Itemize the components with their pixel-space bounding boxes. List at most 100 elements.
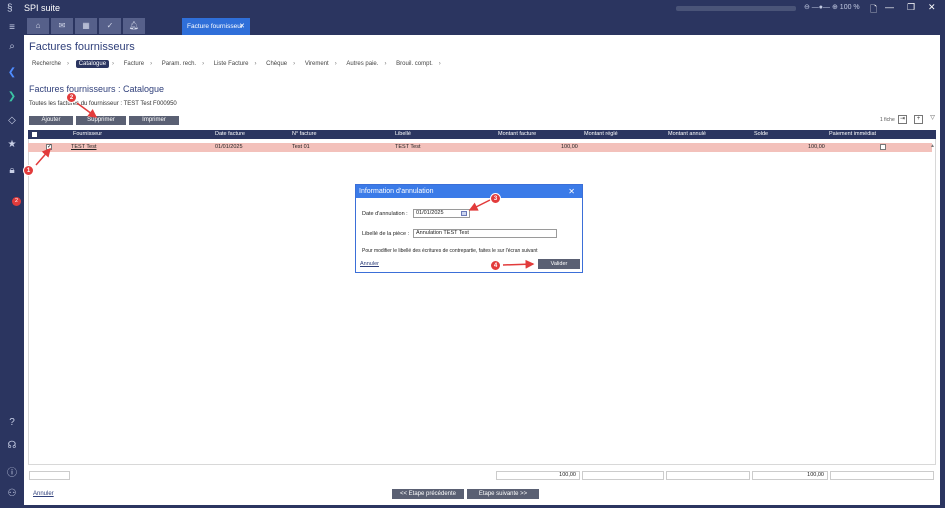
bell-tab-icon[interactable]: 🔔︎ — [123, 18, 145, 34]
chevron-right-icon: › — [254, 61, 257, 67]
bc-catalogue[interactable]: Catalogue — [75, 60, 110, 68]
tab-facture-fournisseur[interactable]: Facture fournisseur ✕ — [182, 18, 250, 35]
zoom-level: ⊖ —●— ⊕ 100 % — [804, 4, 860, 11]
delete-button[interactable]: Supprimer — [76, 116, 126, 125]
chevron-right-icon: › — [67, 61, 70, 67]
col-paiement-immediat[interactable]: Paiement immédiat — [829, 131, 876, 137]
app-title: SPI suite — [24, 3, 61, 13]
previous-step-button[interactable]: << Etape précédente — [392, 489, 464, 499]
total-regle — [582, 471, 664, 480]
star-icon[interactable]: ★ — [0, 139, 24, 150]
libelle-value: Annulation TEST Test — [416, 230, 469, 236]
dialog-title: Information d'annulation — [359, 188, 434, 195]
user-icon[interactable]: ⚇ — [0, 488, 24, 499]
chevron-right-icon: › — [384, 61, 387, 67]
bc-param-rech[interactable]: Param. rech. — [159, 60, 199, 68]
notification-badge: 2 — [12, 197, 21, 206]
libelle-input[interactable]: Annulation TEST Test — [413, 229, 557, 238]
cell-libelle: TEST Test — [395, 144, 421, 150]
bc-recherche[interactable]: Recherche — [29, 60, 64, 68]
filter-description: Toutes les factures du fournisseur : TES… — [29, 101, 177, 107]
app-window: § SPI suite ⊖ —●— ⊕ 100 % 🗋 — ❐ ✕ ⌂ ✉ ▦ … — [0, 0, 945, 508]
title-bar: § SPI suite ⊖ —●— ⊕ 100 % 🗋 — ❐ ✕ — [0, 0, 945, 17]
help-icon[interactable]: ? — [0, 417, 24, 428]
search-icon[interactable]: ⌕ — [0, 41, 24, 52]
col-fournisseur[interactable]: Fournisseur — [73, 131, 102, 137]
dialog-header: Information d'annulation ✕ — [356, 185, 582, 198]
libelle-label: Libellé de la pièce : — [362, 231, 410, 237]
close-icon[interactable]: ✕ — [568, 185, 575, 198]
cancel-link[interactable]: Annuler — [33, 491, 54, 497]
maximize-button[interactable]: ❐ — [907, 2, 915, 13]
forward-arrow-icon[interactable]: ❯ — [0, 91, 24, 102]
bc-liste-facture[interactable]: Liste Facture — [211, 60, 252, 68]
chevron-right-icon: › — [334, 61, 337, 67]
back-arrow-icon[interactable]: ❮ — [0, 67, 24, 78]
minimize-button[interactable]: — — [885, 2, 894, 12]
annotation-marker-3: 3 — [490, 193, 501, 204]
cell-date: 01/01/2025 — [215, 144, 243, 150]
export-icon[interactable]: ⇥ — [898, 115, 907, 124]
row-checkbox[interactable]: ✓ — [46, 144, 52, 150]
total-cell-empty — [29, 471, 70, 480]
col-numero[interactable]: N° facture — [292, 131, 317, 137]
table-row[interactable]: ✓ TEST Test 01/01/2025 Test 01 TEST Test… — [28, 143, 932, 152]
user-info — [676, 6, 796, 11]
tab-label: Facture fournisseur — [187, 23, 243, 30]
next-step-button[interactable]: Etape suivante >> — [467, 489, 539, 499]
code-icon[interactable]: ◇ — [0, 115, 24, 126]
scroll-up-icon[interactable]: ▲ — [930, 143, 935, 149]
total-paiement — [830, 471, 934, 480]
chevron-right-icon: › — [150, 61, 153, 67]
chevron-right-icon: › — [438, 61, 441, 67]
close-window-button[interactable]: ✕ — [928, 2, 936, 13]
info-icon[interactable]: ⓘ — [0, 464, 24, 479]
mail-tab-icon[interactable]: ✉ — [51, 18, 73, 34]
sidebar: ≡ ⌕ ❮ ❯ ◇ ★ 🔒︎ 2 ? ☊ ⓘ ⚇ — [0, 17, 24, 508]
validate-button[interactable]: Valider — [538, 259, 580, 269]
bc-cheque[interactable]: Chèque — [263, 60, 290, 68]
dialog-cancel-link[interactable]: Annuler — [360, 261, 379, 267]
date-input[interactable]: 01/01/2025 — [413, 209, 470, 218]
check-tab-icon[interactable]: ✓ — [99, 18, 121, 34]
headset-icon[interactable]: ☊ — [0, 440, 24, 451]
filter-icon[interactable]: ▽ — [928, 115, 937, 124]
select-all-checkbox[interactable] — [32, 132, 37, 137]
dialog-note: Pour modifier le libellé des écritures d… — [362, 248, 538, 254]
record-count: 1 fiche — [880, 117, 895, 123]
calendar-tab-icon[interactable]: ▦ — [75, 18, 97, 34]
tab-close-icon[interactable]: ✕ — [239, 18, 245, 35]
total-annule — [666, 471, 750, 480]
col-montant-facture[interactable]: Montant facture — [498, 131, 536, 137]
annotation-marker-2: 2 — [66, 92, 77, 103]
bc-facture[interactable]: Facture — [121, 60, 147, 68]
col-montant-regle[interactable]: Montant réglé — [584, 131, 618, 137]
total-montant: 100,00 — [496, 471, 580, 480]
chevron-right-icon: › — [202, 61, 205, 67]
document-icon[interactable]: 🗋 — [870, 2, 877, 18]
print-button[interactable]: Imprimer — [129, 116, 179, 125]
annotation-marker-1: 1 — [23, 165, 34, 176]
cancellation-dialog: Information d'annulation ✕ Date d'annula… — [355, 184, 583, 273]
paiement-immediat-checkbox[interactable] — [880, 144, 886, 150]
menu-icon[interactable]: ≡ — [0, 22, 24, 33]
add-button[interactable]: Ajouter — [29, 116, 73, 125]
col-libelle[interactable]: Libellé — [395, 131, 411, 137]
cell-fournisseur[interactable]: TEST Test — [71, 144, 96, 150]
bc-brouil-compt[interactable]: Brouil. compt. — [393, 60, 436, 68]
col-solde[interactable]: Solde — [754, 131, 768, 137]
section-title: Factures fournisseurs : Catalogue — [29, 84, 165, 94]
col-date-facture[interactable]: Date facture — [215, 131, 245, 137]
chevron-right-icon: › — [112, 61, 115, 67]
date-value: 01/01/2025 — [416, 210, 444, 216]
page-title: Factures fournisseurs — [29, 41, 135, 53]
calendar-icon[interactable] — [461, 211, 467, 216]
home-tab-icon[interactable]: ⌂ — [27, 18, 49, 34]
column-settings-icon[interactable]: + — [914, 115, 923, 124]
bc-virement[interactable]: Virement — [302, 60, 332, 68]
cell-numero: Test 01 — [292, 144, 310, 150]
grid-header: Fournisseur Date facture N° facture Libe… — [28, 130, 936, 139]
col-montant-annule[interactable]: Montant annulé — [668, 131, 706, 137]
bc-autres-paie[interactable]: Autres paie. — [343, 60, 381, 68]
lock-icon[interactable]: 🔒︎ — [0, 165, 24, 176]
